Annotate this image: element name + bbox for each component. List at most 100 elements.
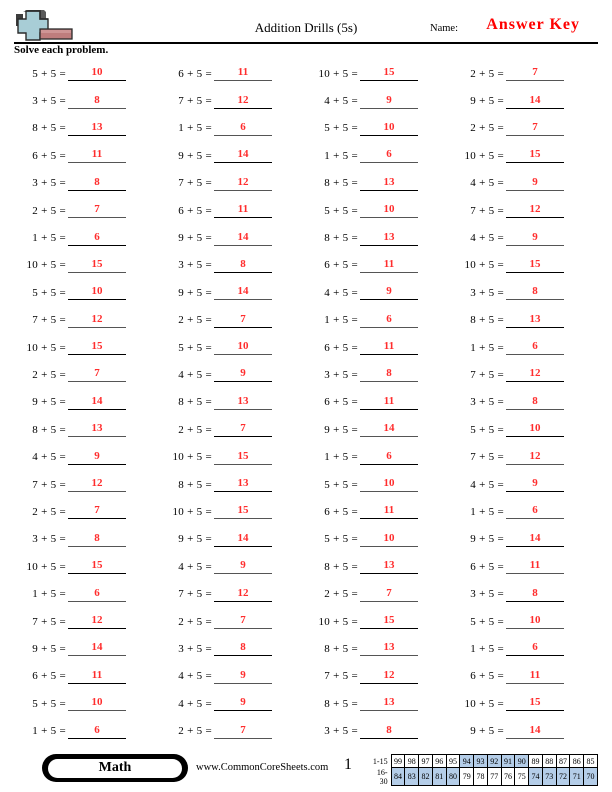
answer-blank[interactable]: 11 — [506, 669, 564, 684]
answer-blank[interactable]: 9 — [214, 669, 272, 684]
answer-blank[interactable]: 7 — [214, 614, 272, 629]
answer-blank[interactable]: 14 — [68, 395, 126, 410]
answer-blank[interactable]: 7 — [68, 367, 126, 383]
answer-blank[interactable]: 10 — [506, 422, 564, 438]
answer-blank[interactable]: 13 — [506, 313, 564, 328]
answer-blank[interactable]: 7 — [360, 587, 418, 602]
answer-blank[interactable]: 8 — [360, 367, 418, 383]
answer-blank[interactable]: 14 — [214, 148, 272, 164]
answer-blank[interactable]: 6 — [360, 148, 418, 164]
answer-blank[interactable]: 14 — [506, 94, 564, 109]
answer-blank[interactable]: 10 — [68, 66, 126, 82]
answer-blank[interactable]: 6 — [506, 340, 564, 356]
answer-blank[interactable]: 9 — [360, 285, 418, 301]
answer-blank[interactable]: 9 — [214, 559, 272, 575]
answer-blank[interactable]: 15 — [506, 258, 564, 273]
answer-blank[interactable]: 13 — [360, 231, 418, 246]
answer-blank[interactable]: 9 — [506, 477, 564, 493]
answer-blank[interactable]: 11 — [506, 559, 564, 575]
answer-blank[interactable]: 13 — [360, 696, 418, 712]
answer-blank[interactable]: 11 — [360, 258, 418, 273]
answer-blank[interactable]: 10 — [360, 532, 418, 547]
answer-blank[interactable]: 10 — [68, 285, 126, 301]
answer-blank[interactable]: 14 — [360, 422, 418, 438]
answer-blank[interactable]: 13 — [68, 422, 126, 438]
answer-blank[interactable]: 9 — [360, 94, 418, 109]
answer-blank[interactable]: 10 — [360, 203, 418, 219]
answer-blank[interactable]: 6 — [214, 121, 272, 136]
answer-blank[interactable]: 12 — [68, 313, 126, 328]
answer-blank[interactable]: 11 — [360, 340, 418, 356]
answer-blank[interactable]: 12 — [506, 450, 564, 465]
answer-blank[interactable]: 10 — [360, 121, 418, 136]
answer-blank[interactable]: 14 — [214, 231, 272, 246]
answer-blank[interactable]: 15 — [68, 340, 126, 356]
answer-blank[interactable]: 9 — [214, 367, 272, 383]
answer-blank[interactable]: 11 — [360, 504, 418, 520]
answer-blank[interactable]: 8 — [68, 532, 126, 547]
answer-blank[interactable]: 10 — [360, 477, 418, 493]
answer-blank[interactable]: 13 — [214, 395, 272, 410]
answer-blank[interactable]: 6 — [360, 313, 418, 328]
answer-blank[interactable]: 13 — [360, 559, 418, 575]
answer-blank[interactable]: 6 — [68, 587, 126, 602]
answer-blank[interactable]: 14 — [68, 641, 126, 657]
answer-blank[interactable]: 10 — [506, 614, 564, 629]
answer-blank[interactable]: 12 — [214, 94, 272, 109]
answer-blank[interactable]: 11 — [360, 395, 418, 410]
answer-blank[interactable]: 12 — [68, 614, 126, 629]
answer-blank[interactable]: 12 — [360, 669, 418, 684]
answer-blank[interactable]: 14 — [506, 532, 564, 547]
answer-blank[interactable]: 10 — [68, 696, 126, 712]
answer-blank[interactable]: 6 — [68, 724, 126, 739]
answer-blank[interactable]: 15 — [360, 614, 418, 629]
answer-blank[interactable]: 11 — [214, 203, 272, 219]
answer-blank[interactable]: 7 — [214, 313, 272, 328]
answer-blank[interactable]: 15 — [68, 559, 126, 575]
answer-blank[interactable]: 7 — [214, 422, 272, 438]
answer-blank[interactable]: 9 — [214, 696, 272, 712]
answer-blank[interactable]: 8 — [506, 285, 564, 301]
answer-blank[interactable]: 15 — [68, 258, 126, 273]
answer-blank[interactable]: 9 — [506, 176, 564, 191]
answer-blank[interactable]: 14 — [214, 532, 272, 547]
answer-blank[interactable]: 13 — [360, 641, 418, 657]
answer-blank[interactable]: 12 — [506, 367, 564, 383]
answer-blank[interactable]: 6 — [506, 641, 564, 657]
answer-blank[interactable]: 6 — [506, 504, 564, 520]
answer-blank[interactable]: 12 — [214, 176, 272, 191]
answer-blank[interactable]: 7 — [506, 66, 564, 82]
answer-blank[interactable]: 14 — [506, 724, 564, 739]
answer-blank[interactable]: 14 — [214, 285, 272, 301]
answer-blank[interactable]: 8 — [68, 176, 126, 191]
answer-blank[interactable]: 15 — [214, 504, 272, 520]
answer-blank[interactable]: 15 — [506, 148, 564, 164]
answer-blank[interactable]: 15 — [214, 450, 272, 465]
answer-blank[interactable]: 13 — [214, 477, 272, 493]
answer-blank[interactable]: 8 — [68, 94, 126, 109]
answer-blank[interactable]: 7 — [68, 203, 126, 219]
answer-blank[interactable]: 8 — [360, 724, 418, 739]
answer-blank[interactable]: 12 — [506, 203, 564, 219]
answer-blank[interactable]: 11 — [68, 148, 126, 164]
answer-blank[interactable]: 6 — [68, 231, 126, 246]
answer-blank[interactable]: 12 — [68, 477, 126, 493]
answer-blank[interactable]: 6 — [360, 450, 418, 465]
answer-blank[interactable]: 7 — [506, 121, 564, 136]
answer-blank[interactable]: 7 — [214, 724, 272, 739]
answer-blank[interactable]: 15 — [506, 696, 564, 712]
answer-blank[interactable]: 9 — [68, 450, 126, 465]
answer-blank[interactable]: 9 — [506, 231, 564, 246]
answer-blank[interactable]: 7 — [68, 504, 126, 520]
answer-blank[interactable]: 10 — [214, 340, 272, 356]
answer-blank[interactable]: 8 — [214, 641, 272, 657]
answer-blank[interactable]: 8 — [214, 258, 272, 273]
answer-blank[interactable]: 8 — [506, 395, 564, 410]
answer-blank[interactable]: 11 — [214, 66, 272, 82]
answer-blank[interactable]: 11 — [68, 669, 126, 684]
answer-blank[interactable]: 13 — [68, 121, 126, 136]
answer-blank[interactable]: 12 — [214, 587, 272, 602]
answer-blank[interactable]: 13 — [360, 176, 418, 191]
answer-blank[interactable]: 8 — [506, 587, 564, 602]
answer-blank[interactable]: 15 — [360, 66, 418, 82]
